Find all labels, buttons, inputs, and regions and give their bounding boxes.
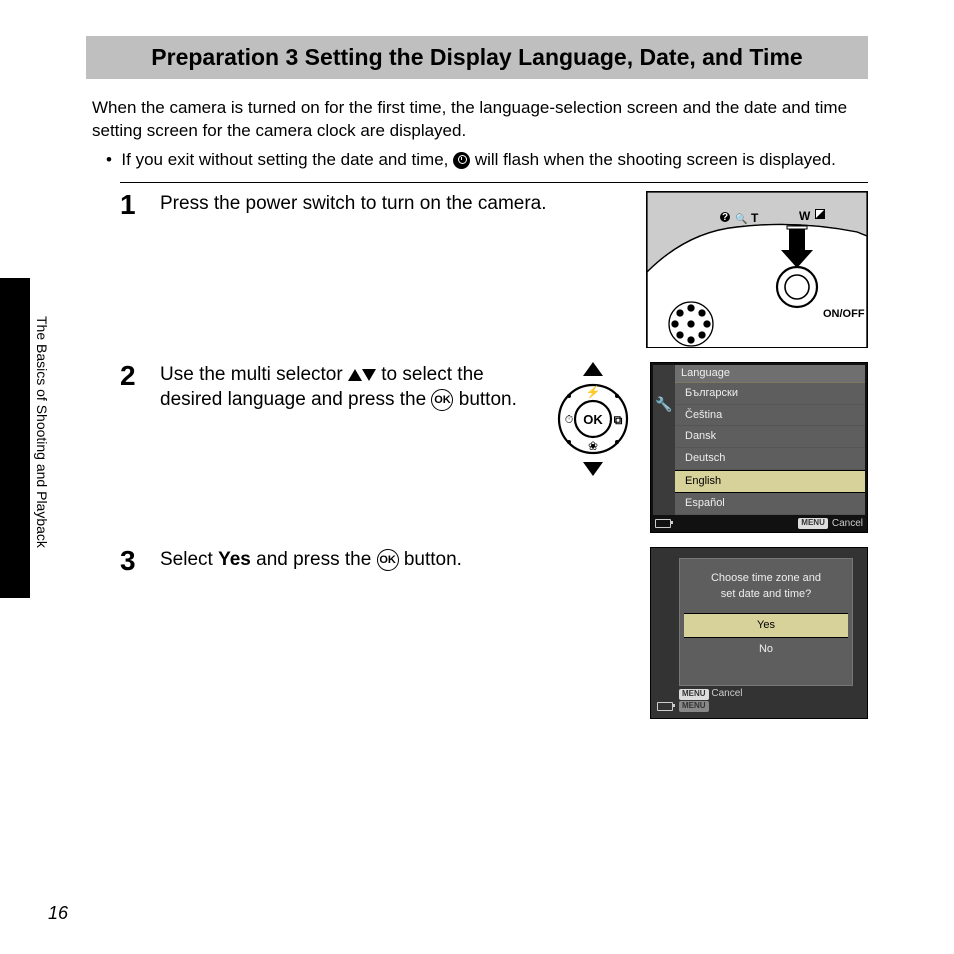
step-2-pre: Use the multi selector	[160, 364, 348, 385]
ok-icon: OK	[431, 389, 453, 411]
svg-text:⏱: ⏱	[565, 414, 574, 426]
clock-icon	[453, 152, 470, 169]
intro-paragraph: When the camera is turned on for the fir…	[92, 97, 868, 143]
page-number: 16	[48, 903, 68, 924]
step-1-text: Press the power switch to turn on the ca…	[160, 191, 630, 217]
step-3-post: button.	[399, 549, 462, 570]
step-3-text: Select Yes and press the OK button.	[160, 547, 634, 573]
menu-badge: MENU	[798, 518, 828, 529]
bullet-text-post: will flash when the shooting screen is d…	[470, 150, 836, 169]
confirm-yes: Yes	[684, 613, 848, 638]
confirm-no: No	[680, 638, 852, 661]
ok-icon: OK	[377, 549, 399, 571]
wrench-icon: 🔧	[655, 395, 672, 414]
page-title: Preparation 3 Setting the Display Langua…	[86, 36, 868, 79]
lang-option-selected: English	[675, 470, 865, 493]
step-number: 3	[120, 547, 144, 719]
svg-text:T: T	[751, 211, 759, 225]
lcd-title: Language	[675, 365, 865, 383]
camera-power-illustration: ? 🔍 T W ON/OFF	[646, 191, 868, 348]
cancel-label: Cancel	[832, 517, 863, 531]
svg-text:🔍: 🔍	[735, 212, 747, 225]
menu-badge: MENU	[679, 689, 709, 700]
onoff-label: ON/OFF	[823, 308, 865, 320]
svg-text:⚡: ⚡	[586, 385, 601, 399]
battery-icon	[657, 702, 673, 711]
step-2-text: Use the multi selector to select the des…	[160, 362, 536, 413]
language-screen: 🔧 Language Български Čeština Dansk Deuts…	[650, 362, 868, 533]
step-number: 1	[120, 191, 144, 348]
svg-text:❀: ❀	[588, 439, 598, 453]
triangle-down-icon	[362, 369, 376, 381]
svg-text:⧉: ⧉	[614, 413, 623, 427]
step-3-mid: and press the	[251, 549, 377, 570]
confirm-msg-line1: Choose time zone and	[688, 571, 844, 587]
lang-option: Español	[675, 493, 865, 515]
intro-bullet: • If you exit without setting the date a…	[106, 149, 868, 172]
ok-center-icon: OK	[583, 412, 603, 427]
confirm-msg-line2: set date and time?	[688, 587, 844, 603]
triangle-up-icon	[348, 369, 362, 381]
step-2-post: button.	[453, 389, 516, 410]
step-1: 1 Press the power switch to turn on the …	[120, 191, 868, 348]
menu-badge-dim: MENU	[679, 701, 709, 712]
step-number: 2	[120, 362, 144, 533]
cancel-label: Cancel	[711, 688, 742, 699]
section-tab	[0, 278, 30, 598]
lang-option: Deutsch	[675, 448, 865, 470]
lang-option: Български	[675, 383, 865, 405]
lang-option: Čeština	[675, 405, 865, 427]
battery-icon	[655, 519, 671, 528]
svg-text:W: W	[799, 209, 811, 223]
section-label: The Basics of Shooting and Playback	[34, 316, 50, 548]
bullet-text-pre: If you exit without setting the date and…	[121, 150, 453, 169]
step-3-bold: Yes	[218, 549, 251, 570]
lang-option: Dansk	[675, 426, 865, 448]
svg-text:?: ?	[722, 212, 728, 223]
multi-selector-illustration: OK ⚡ ❀ ⏱ ⧉	[552, 362, 634, 476]
step-2: 2 Use the multi selector to select the d…	[120, 362, 868, 533]
divider	[120, 182, 868, 183]
timezone-confirm-screen: Choose time zone and set date and time? …	[650, 547, 868, 719]
step-3-pre: Select	[160, 549, 218, 570]
step-3: 3 Select Yes and press the OK button. Ch…	[120, 547, 868, 719]
